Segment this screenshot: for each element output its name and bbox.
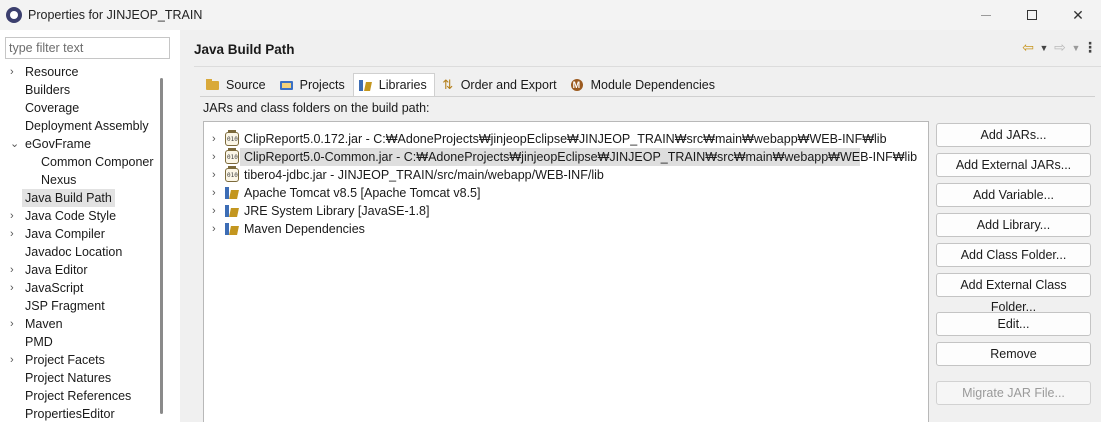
pane-splitter[interactable] — [180, 30, 194, 422]
chevron-right-icon[interactable]: › — [10, 225, 20, 243]
properties-nav-pane: ›Resource Builders Coverage Deployment A… — [0, 30, 180, 422]
minimize-icon — [981, 14, 991, 16]
property-page: Java Build Path ⇦ ▼ ⇨ ▼ ⋮ Source Project… — [194, 30, 1101, 422]
nav-item-java-build-path[interactable]: Java Build Path — [0, 189, 160, 207]
nav-item-deployment-assembly[interactable]: Deployment Assembly — [0, 117, 160, 135]
nav-item-project-references[interactable]: Project References — [0, 387, 160, 405]
tree-row[interactable]: › Maven Dependencies — [204, 220, 928, 238]
tab-source[interactable]: Source — [200, 73, 274, 96]
chevron-right-icon[interactable]: › — [212, 148, 222, 166]
library-icon — [225, 222, 239, 236]
tab-order-and-export[interactable]: ⇅ Order and Export — [435, 73, 565, 96]
window-title: Properties for JINJEOP_TRAIN — [28, 8, 203, 22]
nav-item-java-compiler[interactable]: › Java Compiler — [0, 225, 160, 243]
jar-icon — [225, 148, 239, 164]
order-export-icon: ⇅ — [442, 77, 454, 92]
nav-item-maven[interactable]: › Maven — [0, 315, 160, 333]
tab-module-dependencies[interactable]: Module Dependencies — [565, 73, 723, 96]
filter-input[interactable] — [5, 37, 170, 59]
nav-scrollbar[interactable] — [160, 78, 163, 414]
window-controls: ✕ — [963, 0, 1101, 30]
nav-item-nexus[interactable]: Nexus — [0, 171, 160, 189]
chevron-right-icon[interactable]: › — [10, 63, 20, 81]
nav-item-egovframe[interactable]: ⌄ eGovFrame — [0, 135, 160, 153]
chevron-right-icon[interactable]: › — [212, 184, 222, 202]
build-path-tree[interactable]: › ClipReport5.0.172.jar - C:₩AdoneProjec… — [203, 121, 929, 422]
tab-libraries[interactable]: Libraries — [352, 73, 435, 96]
chevron-right-icon[interactable]: › — [212, 130, 222, 148]
library-icon — [225, 204, 239, 218]
chevron-right-icon[interactable]: › — [10, 351, 20, 369]
remove-button[interactable]: Remove — [936, 342, 1091, 366]
back-history-dropdown-icon[interactable]: ▼ — [1039, 43, 1049, 53]
nav-item-javascript[interactable]: › JavaScript — [0, 279, 160, 297]
title-bar: Properties for JINJEOP_TRAIN ✕ — [0, 0, 1101, 30]
source-folder-icon — [205, 78, 221, 92]
nav-item-common-component[interactable]: Common Componer — [0, 153, 160, 171]
section-label: JARs and class folders on the build path… — [203, 101, 430, 115]
tree-row-selected[interactable]: › ClipReport5.0-Common.jar - C:₩AdonePro… — [204, 148, 928, 166]
close-icon: ✕ — [1072, 6, 1084, 23]
add-class-folder-button[interactable]: Add Class Folder... — [936, 243, 1091, 267]
chevron-right-icon[interactable]: › — [10, 261, 20, 279]
edit-button[interactable]: Edit... — [936, 312, 1091, 336]
page-title: Java Build Path — [194, 42, 295, 57]
jar-icon — [225, 166, 239, 182]
tab-projects[interactable]: Projects — [274, 73, 353, 96]
nav-item-properties-editor[interactable]: PropertiesEditor — [0, 405, 160, 422]
chevron-right-icon[interactable]: › — [212, 166, 222, 184]
migrate-jar-button[interactable]: Migrate JAR File... — [936, 381, 1091, 405]
minimize-button[interactable] — [963, 0, 1009, 30]
chevron-right-icon[interactable]: › — [10, 279, 20, 297]
back-arrow-icon[interactable]: ⇦ — [1019, 39, 1037, 56]
nav-item-java-editor[interactable]: › Java Editor — [0, 261, 160, 279]
projects-icon — [279, 78, 295, 92]
maximize-button[interactable] — [1009, 0, 1055, 30]
nav-item-java-code-style[interactable]: › Java Code Style — [0, 207, 160, 225]
forward-history-dropdown-icon[interactable]: ▼ — [1071, 43, 1081, 53]
chevron-right-icon[interactable]: › — [10, 315, 20, 333]
view-menu-icon[interactable]: ⋮ — [1083, 39, 1097, 56]
add-external-jars-button[interactable]: Add External JARs... — [936, 153, 1091, 177]
add-variable-button[interactable]: Add Variable... — [936, 183, 1091, 207]
chevron-right-icon[interactable]: › — [212, 220, 222, 238]
nav-item-javadoc-location[interactable]: Javadoc Location — [0, 243, 160, 261]
maximize-icon — [1027, 10, 1037, 20]
libraries-icon — [358, 78, 374, 92]
tree-row[interactable]: › Apache Tomcat v8.5 [Apache Tomcat v8.5… — [204, 184, 928, 202]
build-path-tabs: Source Projects Libraries ⇅ Order and Exp… — [200, 73, 723, 96]
chevron-right-icon[interactable]: › — [212, 202, 222, 220]
jar-icon — [225, 130, 239, 146]
nav-item-jsp-fragment[interactable]: JSP Fragment — [0, 297, 160, 315]
add-library-button[interactable]: Add Library... — [936, 213, 1091, 237]
page-history-nav: ⇦ ▼ ⇨ ▼ ⋮ — [1019, 39, 1097, 56]
chevron-down-icon[interactable]: ⌄ — [10, 135, 20, 153]
tree-row[interactable]: › JRE System Library [JavaSE-1.8] — [204, 202, 928, 220]
nav-item-builders[interactable]: Builders — [0, 81, 160, 99]
tree-row[interactable]: › ClipReport5.0.172.jar - C:₩AdoneProjec… — [204, 130, 928, 148]
chevron-right-icon[interactable]: › — [10, 207, 20, 225]
nav-item-resource[interactable]: › Resource — [0, 63, 160, 81]
nav-item-project-natures[interactable]: Project Natures — [0, 369, 160, 387]
title-separator — [194, 66, 1101, 67]
nav-item-pmd[interactable]: PMD — [0, 333, 160, 351]
nav-item-coverage[interactable]: Coverage — [0, 99, 160, 117]
module-icon — [570, 78, 586, 92]
close-button[interactable]: ✕ — [1055, 0, 1101, 30]
libraries-tab-panel: JARs and class folders on the build path… — [200, 96, 1095, 422]
forward-arrow-icon[interactable]: ⇨ — [1051, 39, 1069, 56]
add-external-class-folder-button[interactable]: Add External Class Folder... — [936, 273, 1091, 314]
add-jars-button[interactable]: Add JARs... — [936, 123, 1091, 147]
eclipse-app-icon — [6, 7, 22, 23]
library-icon — [225, 186, 239, 200]
tree-row[interactable]: › tibero4-jdbc.jar - JINJEOP_TRAIN/src/m… — [204, 166, 928, 184]
nav-item-project-facets[interactable]: › Project Facets — [0, 351, 160, 369]
